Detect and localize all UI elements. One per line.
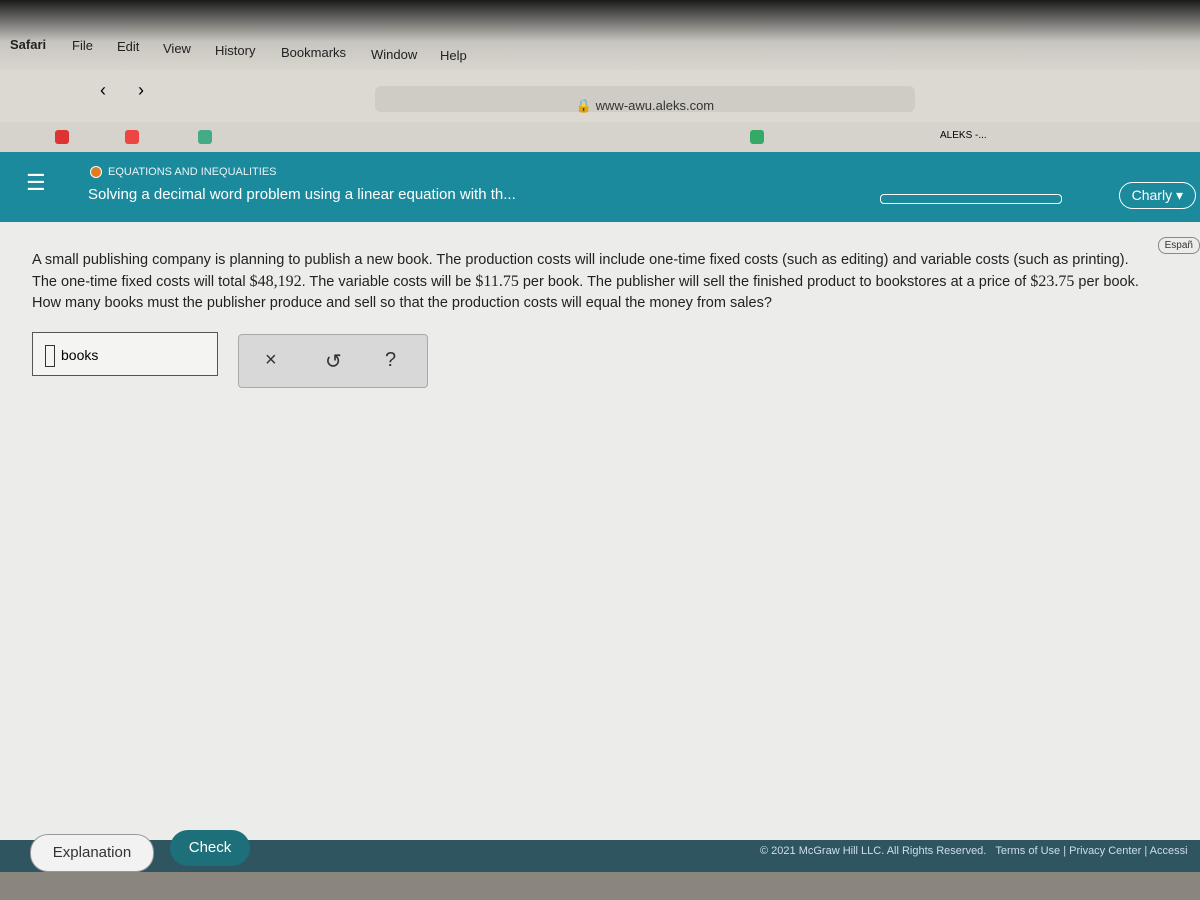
- browser-toolbar: ‹ › 🔒 www-awu.aleks.com: [0, 70, 1200, 122]
- google-icon[interactable]: [198, 130, 212, 144]
- menu-safari[interactable]: Safari: [10, 37, 46, 52]
- aleks-header: ☰ EQUATIONS AND INEQUALITIES Solving a d…: [0, 152, 1200, 222]
- undo-icon[interactable]: ↺: [325, 349, 342, 374]
- mac-dock: [0, 872, 1200, 900]
- menu-edit[interactable]: Edit: [117, 39, 139, 54]
- language-button[interactable]: Españ: [1157, 237, 1200, 254]
- answer-field[interactable]: [45, 345, 55, 367]
- menu-bookmarks[interactable]: Bookmarks: [281, 45, 346, 60]
- lock-icon: 🔒: [575, 98, 593, 113]
- address-bar[interactable]: 🔒 www-awu.aleks.com: [375, 86, 915, 113]
- topic-title: Solving a decimal word problem using a l…: [88, 186, 516, 203]
- menu-history[interactable]: History: [215, 43, 255, 58]
- topic-category: EQUATIONS AND INEQUALITIES: [108, 166, 277, 178]
- footer-links: © 2021 McGraw Hill LLC. All Rights Reser…: [760, 845, 1188, 857]
- microsoft-icon[interactable]: [750, 130, 764, 144]
- forward-icon[interactable]: ›: [138, 80, 144, 101]
- question-text: A small publishing company is planning t…: [32, 252, 1139, 311]
- accessibility-link[interactable]: Accessi: [1150, 845, 1188, 857]
- url-text: www-awu.aleks.com: [595, 98, 715, 113]
- hamburger-menu-icon[interactable]: ☰: [26, 170, 46, 196]
- answer-input[interactable]: books: [32, 332, 218, 376]
- terms-link[interactable]: Terms of Use: [995, 845, 1060, 857]
- mac-menubar: Safari File Edit View History Bookmarks …: [0, 0, 1200, 70]
- favorite-icon[interactable]: [55, 130, 69, 144]
- clear-icon[interactable]: ×: [265, 349, 277, 372]
- privacy-link[interactable]: Privacy Center: [1069, 845, 1141, 857]
- favorite-aleks[interactable]: ALEKS -...: [940, 130, 987, 141]
- favorites-bar: ALEKS -...: [0, 122, 1200, 152]
- menu-help[interactable]: Help: [440, 48, 467, 63]
- menu-file[interactable]: File: [72, 38, 93, 53]
- back-icon[interactable]: ‹: [100, 80, 106, 101]
- topic-status-icon: [90, 166, 102, 178]
- user-name: Charly: [1131, 187, 1173, 203]
- menu-window[interactable]: Window: [371, 47, 417, 62]
- help-icon[interactable]: ?: [385, 349, 396, 372]
- explanation-button[interactable]: Explanation: [30, 834, 154, 872]
- progress-bar: [880, 194, 1062, 204]
- check-button[interactable]: Check: [170, 830, 250, 866]
- gmail-icon[interactable]: [125, 130, 139, 144]
- user-menu[interactable]: Charly ▾: [1118, 182, 1196, 209]
- answer-tools: × ↺ ?: [238, 334, 428, 388]
- answer-unit: books: [61, 347, 99, 363]
- menu-view[interactable]: View: [163, 41, 191, 56]
